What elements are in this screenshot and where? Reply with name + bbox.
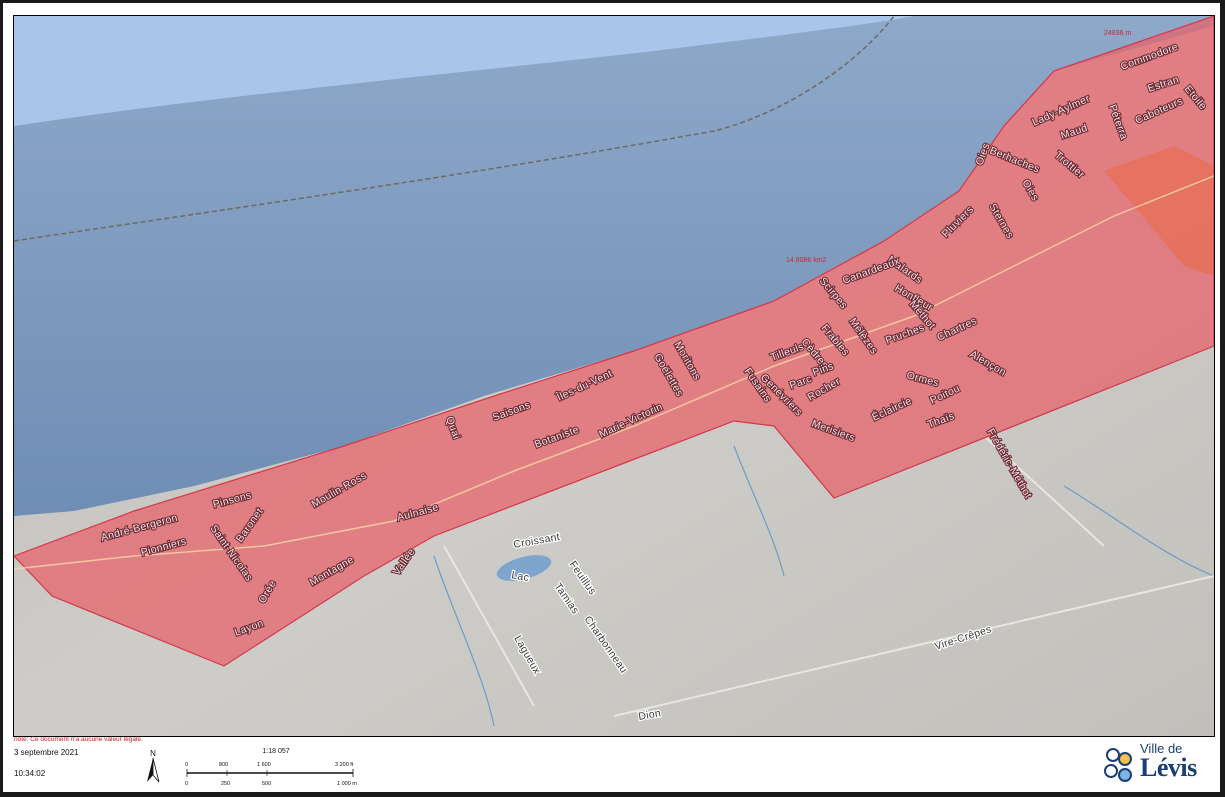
map-view[interactable]: 14.8086 km2 24836 m Commodore Estran Eto…: [13, 15, 1215, 737]
scale-tick-ft: 3 200 ft: [335, 762, 354, 768]
scale-bar: 0 800 1 600 3 200 ft 0 250 500 1 000 m: [185, 762, 357, 787]
city-logo: Ville de Lévis: [1101, 741, 1216, 787]
scale-tick-m: 500: [262, 781, 271, 787]
print-time: 10:34:02: [14, 769, 46, 778]
north-arrow-icon: [147, 757, 160, 783]
scale-tick-ft: 0: [185, 762, 188, 768]
north-label: N: [150, 749, 156, 758]
map-sheet: 14.8086 km2 24836 m Commodore Estran Eto…: [3, 3, 1220, 792]
north-arrow: N: [143, 749, 163, 787]
scale-tick-ft: 800: [219, 762, 228, 768]
scale-tick-m: 0: [185, 781, 188, 787]
area-measurement: 14.8086 km2: [786, 257, 827, 264]
map-canvas[interactable]: 14.8086 km2 24836 m Commodore Estran Eto…: [14, 16, 1214, 736]
print-date: 3 septembre 2021: [14, 748, 79, 757]
distance-measurement: 24836 m: [1104, 30, 1131, 37]
legal-note: note: Ce document n'a aucune valeur léga…: [14, 736, 143, 743]
city-emblem-icon: [1104, 748, 1132, 782]
scale-tick-ft: 1 600: [257, 762, 271, 768]
scale-tick-m: 250: [221, 781, 230, 787]
logo-levis-text: Lévis: [1140, 753, 1197, 782]
scale-tick-m: 1 000 m: [337, 781, 357, 787]
scale-ratio: 1:18 057: [262, 748, 290, 755]
